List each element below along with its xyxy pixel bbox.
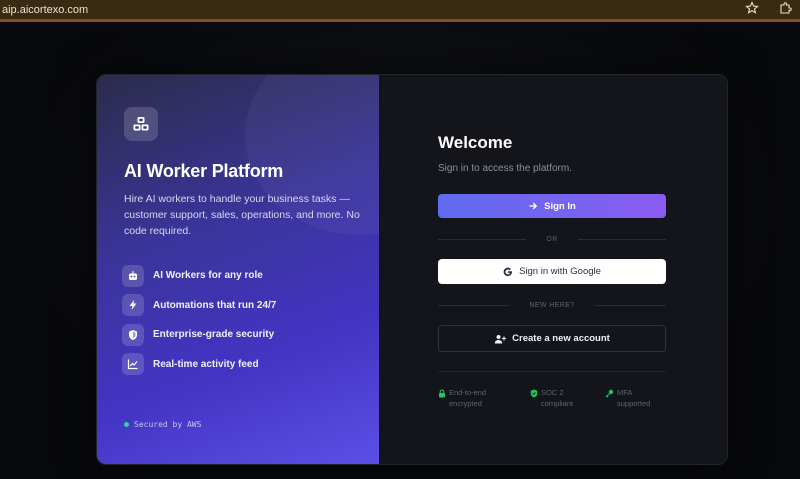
create-account-label: Create a new account — [512, 333, 610, 344]
divider-line — [438, 238, 527, 240]
feature-item: AI Workers for any role — [122, 261, 276, 291]
or-label: OR — [546, 235, 558, 243]
feature-label: Enterprise-grade security — [153, 329, 275, 341]
or-divider: OR — [438, 234, 666, 244]
badge-line: SOC 2 — [541, 388, 564, 397]
star-icon[interactable] — [745, 1, 759, 15]
badge-line: encrypted — [449, 399, 482, 408]
badge-line: compliant — [541, 399, 574, 408]
bolt-icon — [122, 294, 144, 317]
badge-line: End-to-end — [449, 388, 487, 397]
aws-footer-text: Secured by AWS — [134, 420, 202, 429]
divider-line — [594, 304, 666, 306]
robot-icon — [122, 264, 144, 287]
brand-title: AI Worker Platform — [124, 161, 284, 181]
feature-item: Real-time activity feed — [122, 350, 276, 380]
brand-panel: AI Worker Platform Hire AI workers to ha… — [97, 75, 379, 464]
feature-list: AI Workers for any role Automations that… — [122, 261, 276, 379]
feature-label: Real-time activity feed — [153, 358, 259, 370]
cubes-icon — [133, 117, 149, 131]
feature-label: Automations that run 24/7 — [153, 299, 277, 311]
add-user-icon — [494, 334, 507, 343]
shield-icon — [122, 323, 144, 346]
login-card: AI Worker Platform Hire AI workers to ha… — [96, 74, 728, 465]
chart-icon — [122, 353, 144, 376]
create-account-button[interactable]: Create a new account — [438, 325, 666, 352]
lock-icon — [439, 389, 445, 398]
google-icon — [503, 267, 513, 276]
logo — [124, 107, 158, 141]
address-bar[interactable]: aip.aicortexo.com — [0, 0, 768, 19]
security-badge: End-to-end encrypted — [438, 387, 486, 409]
arrow-right-icon — [529, 202, 538, 210]
google-sign-in-button[interactable]: Sign in with Google — [438, 259, 666, 284]
new-here-label: NEW HERE? — [529, 301, 575, 309]
google-sign-in-label: Sign in with Google — [519, 266, 601, 277]
puzzle-icon[interactable] — [779, 1, 793, 15]
sign-in-button[interactable]: Sign In — [438, 194, 666, 218]
aws-footer: Secured by AWS — [124, 420, 201, 429]
brand-description: Hire AI workers to handle your business … — [124, 193, 360, 237]
auth-panel: Welcome Sign in to access the platform. … — [379, 75, 727, 464]
feature-label: AI Workers for any role — [153, 270, 263, 282]
separator — [438, 371, 666, 372]
browser-chrome: aip.aicortexo.com — [0, 0, 800, 22]
url-text[interactable]: aip.aicortexo.com — [0, 4, 88, 16]
divider-line — [438, 304, 510, 306]
badge-line: MFA — [617, 388, 633, 397]
security-badge: MFA supported — [605, 387, 650, 409]
feature-item: Automations that run 24/7 — [122, 291, 276, 321]
page-subtitle: Sign in to access the platform. — [438, 163, 572, 174]
shield-check-icon — [530, 389, 538, 398]
key-icon — [605, 389, 614, 398]
feature-item: Enterprise-grade security — [122, 320, 276, 350]
sign-in-label: Sign In — [544, 200, 576, 212]
divider-line — [577, 238, 666, 240]
new-here-divider: NEW HERE? — [438, 300, 666, 310]
page-title: Welcome — [438, 133, 513, 152]
status-dot — [124, 422, 129, 427]
badge-line: supported — [617, 399, 651, 408]
security-badge: SOC 2 compliant — [530, 387, 573, 409]
